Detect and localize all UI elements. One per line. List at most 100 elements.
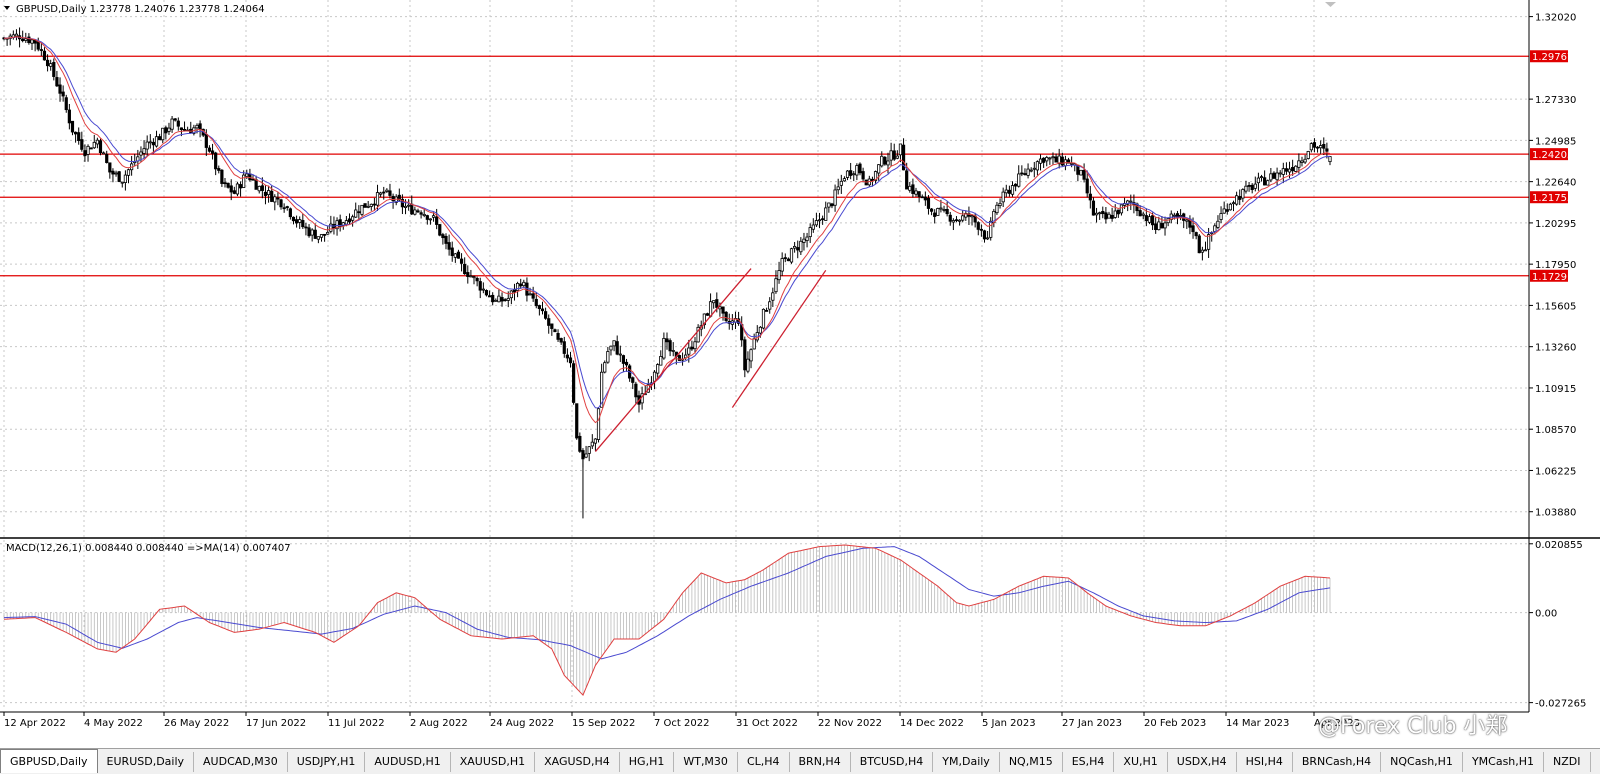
- candle-body: [67, 109, 71, 124]
- candle-body: [559, 338, 563, 343]
- symbol-tab[interactable]: XU,H1: [1114, 752, 1168, 772]
- symbol-tab[interactable]: XAGUSD,H4: [535, 752, 620, 772]
- symbol-tab[interactable]: EURUSD,Daily: [98, 752, 195, 772]
- candle-body: [1222, 208, 1226, 214]
- candle-body: [179, 127, 184, 130]
- date-label: 11 Jul 2022: [328, 718, 385, 729]
- candle-body: [158, 136, 162, 141]
- candle-body: [721, 306, 725, 314]
- candle-body: [494, 299, 498, 302]
- symbol-tab[interactable]: USDX,H4: [1168, 752, 1237, 772]
- candle-body: [148, 141, 152, 144]
- candle-body: [631, 377, 635, 383]
- candle-body: [472, 276, 476, 279]
- candle-body: [1007, 189, 1011, 194]
- candle-body: [506, 297, 510, 301]
- candle-body: [195, 124, 199, 129]
- symbol-tab[interactable]: NZDI: [1544, 752, 1591, 772]
- candle-body: [407, 204, 411, 207]
- candle-body: [500, 297, 504, 302]
- candle-body: [1253, 183, 1257, 189]
- symbol-tab[interactable]: BRNCash,H4: [1293, 752, 1382, 772]
- candle-body: [120, 181, 124, 184]
- candle-body: [572, 363, 576, 403]
- symbol-tab[interactable]: NQCash,H1: [1381, 752, 1463, 772]
- candle-body: [550, 323, 554, 329]
- symbol-tab[interactable]: NQ,M15: [1000, 752, 1063, 772]
- candle-body: [1129, 200, 1133, 203]
- candle-body: [313, 229, 317, 239]
- candle-body: [746, 358, 750, 372]
- candle-body: [861, 171, 865, 180]
- candle-body: [1004, 189, 1008, 194]
- symbol-tab[interactable]: BRN,H4: [790, 752, 851, 772]
- symbol-tab[interactable]: ES,H4: [1063, 752, 1115, 772]
- candle-body: [1163, 222, 1167, 229]
- symbol-tab[interactable]: AUDUSD,H1: [365, 752, 451, 772]
- candle-body: [1291, 167, 1295, 172]
- candle-body: [1147, 216, 1152, 223]
- symbol-tab[interactable]: GBPUSD,Daily: [0, 749, 98, 773]
- date-label: 22 Nov 2022: [818, 718, 882, 729]
- candle-body: [64, 97, 68, 111]
- candle-body: [466, 272, 470, 277]
- candle-body: [344, 220, 348, 225]
- candle-body: [273, 196, 277, 203]
- candle-body: [379, 192, 383, 195]
- symbol-tab[interactable]: USDJPY,H1: [288, 752, 366, 772]
- candle-body: [235, 183, 240, 195]
- symbol-tab-bar: GBPUSD,Daily EURUSD,Daily AUDCAD,M30 USDJPY…: [0, 748, 1600, 774]
- candle-body: [612, 340, 616, 347]
- symbol-tab[interactable]: WT,M30: [674, 752, 738, 772]
- candle-body: [1051, 156, 1055, 159]
- candle-body: [363, 203, 367, 208]
- candle-body: [556, 333, 560, 340]
- candle-body: [880, 155, 884, 167]
- candle-body: [375, 192, 380, 206]
- candle-body: [515, 283, 520, 291]
- candle-body: [111, 170, 115, 175]
- candle-body: [1309, 143, 1313, 151]
- date-label: 20 Feb 2023: [1144, 718, 1206, 729]
- candle-body: [986, 237, 990, 240]
- candle-body: [1200, 249, 1204, 253]
- candle-body: [774, 278, 778, 293]
- symbol-tab[interactable]: XAUUSD,H1: [451, 752, 536, 772]
- candle-body: [1203, 249, 1208, 252]
- symbol-tab[interactable]: BTCUSD,H4: [851, 752, 934, 772]
- candle-body: [802, 238, 806, 243]
- candle-body: [1228, 203, 1232, 211]
- candle-body: [55, 77, 59, 87]
- candle-body: [207, 147, 212, 152]
- candle-body: [304, 226, 308, 229]
- candle-body: [52, 62, 56, 77]
- candle-body: [849, 170, 853, 176]
- candle-body: [1278, 172, 1282, 175]
- candle-body: [534, 298, 538, 307]
- candle-body: [892, 150, 896, 160]
- candle-body: [425, 215, 429, 220]
- candle-body: [1113, 210, 1117, 218]
- symbol-tab[interactable]: AUDCAD,M30: [194, 752, 288, 772]
- symbol-tab[interactable]: HG,H1: [620, 752, 675, 772]
- candle-body: [547, 318, 551, 326]
- candle-body: [220, 169, 224, 184]
- candle-body: [544, 311, 548, 319]
- symbol-tab[interactable]: HSI,H4: [1237, 752, 1293, 772]
- candle-body: [796, 247, 800, 251]
- price-tick-label: 1.06225: [1535, 466, 1576, 477]
- symbol-tab[interactable]: CL,H4: [738, 752, 790, 772]
- candle-body: [970, 215, 974, 218]
- candle-body: [509, 290, 513, 299]
- price-tick-label: 1.08570: [1535, 425, 1576, 436]
- symbol-tab[interactable]: YMCash,H1: [1463, 752, 1545, 772]
- candle-body: [182, 129, 187, 131]
- candle-body: [1098, 212, 1102, 215]
- candle-body: [92, 141, 96, 149]
- date-label: 31 Oct 2022: [736, 718, 798, 729]
- symbol-tab[interactable]: YM,Daily: [933, 752, 1000, 772]
- candle-body: [957, 219, 962, 222]
- candle-body: [1160, 223, 1164, 229]
- price-tick-label: 1.20295: [1535, 219, 1576, 230]
- candle-body: [167, 127, 171, 132]
